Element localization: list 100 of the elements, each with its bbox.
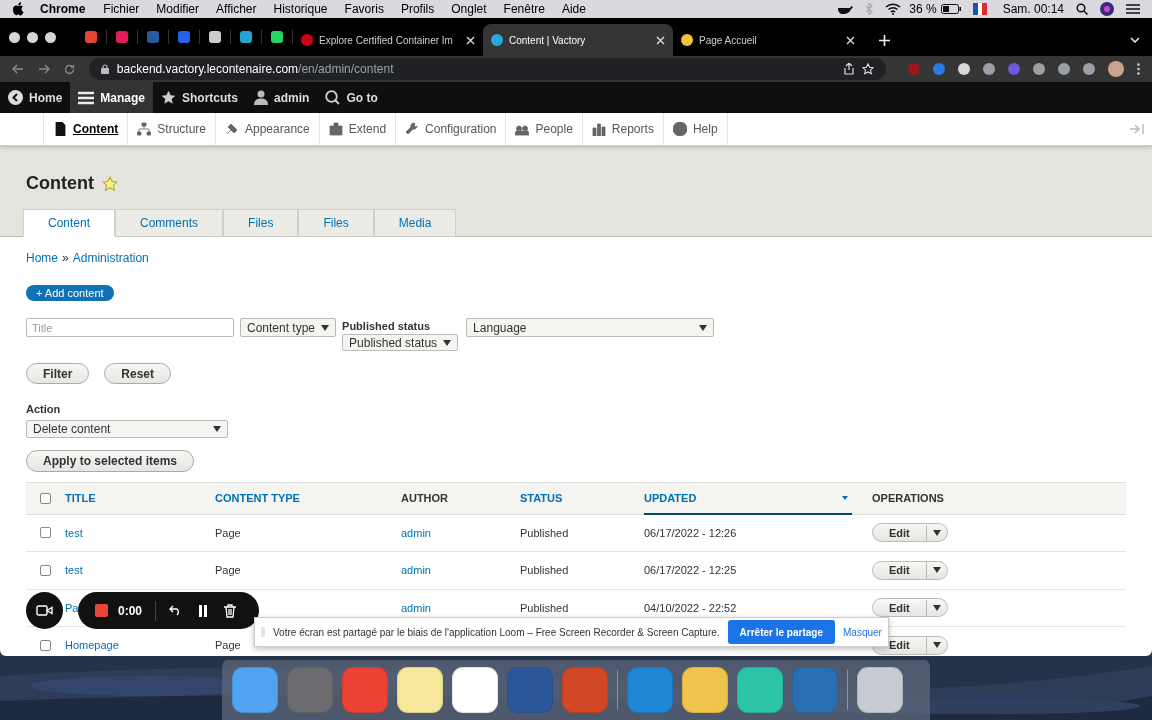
back-icon[interactable] <box>12 64 24 74</box>
dock-app-icon[interactable] <box>737 667 783 713</box>
new-tab-icon[interactable] <box>879 34 890 46</box>
tray-item[interactable]: Content <box>43 113 128 145</box>
close-icon[interactable] <box>846 35 855 45</box>
flag-icon[interactable] <box>972 3 987 15</box>
author-link[interactable]: admin <box>401 601 431 614</box>
tray-item[interactable]: Structure <box>127 113 215 145</box>
checkbox[interactable] <box>40 492 51 504</box>
node-title-link[interactable]: Pa <box>65 601 79 614</box>
edit-dropbutton[interactable]: Edit <box>872 560 948 580</box>
pinned-tab-icon[interactable] <box>271 31 283 43</box>
browser-tab[interactable]: Content | Vactory <box>483 24 673 56</box>
page-tab[interactable]: Files <box>298 209 374 237</box>
apple-icon[interactable] <box>12 2 24 16</box>
tray-item[interactable]: Appearance <box>215 113 319 145</box>
checkbox[interactable] <box>40 639 51 651</box>
extension-icon[interactable] <box>958 63 970 75</box>
wifi-icon[interactable] <box>885 3 902 15</box>
toolbar-item[interactable]: Home <box>0 82 71 113</box>
tray-item[interactable]: Extend <box>318 113 396 145</box>
star-icon[interactable] <box>102 175 118 192</box>
chevron-down-icon[interactable] <box>1130 37 1140 43</box>
close-icon[interactable] <box>466 35 475 45</box>
dock-app-icon[interactable] <box>857 667 903 713</box>
menu-item[interactable]: Modifier <box>156 0 200 18</box>
menu-item[interactable]: Fichier <box>103 0 140 18</box>
menu-item[interactable]: Aide <box>561 0 586 18</box>
search-icon[interactable] <box>1076 3 1088 15</box>
action-select[interactable]: Delete content <box>26 419 228 438</box>
form-button[interactable]: Filter <box>26 363 90 384</box>
menu-item[interactable]: Favoris <box>344 0 384 18</box>
forward-icon[interactable] <box>37 64 50 74</box>
page-tab[interactable]: Media <box>373 209 457 237</box>
node-title-link[interactable]: test <box>65 564 83 576</box>
extension-icon[interactable] <box>983 63 995 75</box>
extension-icon[interactable] <box>1083 63 1095 75</box>
breadcrumb-link[interactable]: Administration <box>72 249 149 267</box>
battery-icon[interactable] <box>940 4 961 14</box>
menu-item[interactable]: Onglet <box>451 0 487 18</box>
kebab-menu-icon[interactable] <box>1137 63 1140 75</box>
node-title-link[interactable]: test <box>65 526 83 539</box>
column-sort-link[interactable]: STATUS <box>520 481 563 515</box>
edit-dropbutton[interactable]: Edit <box>872 598 948 618</box>
dock-app-icon[interactable] <box>397 667 443 713</box>
reload-icon[interactable] <box>63 63 75 75</box>
menu-item[interactable]: Afficher <box>216 0 257 18</box>
tray-item[interactable]: Reports <box>581 113 663 145</box>
dock-app-icon[interactable] <box>682 667 728 713</box>
stop-sharing-button[interactable]: Arrêter le partage <box>727 620 835 644</box>
author-link[interactable]: admin <box>401 526 431 539</box>
tray-item[interactable]: People <box>505 113 582 145</box>
toolbar-item[interactable]: Shortcuts <box>153 82 247 113</box>
list-icon[interactable] <box>1126 4 1140 14</box>
edit-button[interactable]: Edit <box>873 524 927 541</box>
node-title-link[interactable]: Homepage <box>65 639 119 651</box>
add-content-button[interactable]: + Add content <box>26 285 114 301</box>
content-type-select[interactable]: Content type <box>240 318 337 337</box>
tray-item[interactable]: Help <box>662 113 727 145</box>
clock[interactable]: Sam. 00:14 <box>1002 0 1064 18</box>
published-status-select[interactable]: Published status <box>342 334 459 351</box>
siri-icon[interactable] <box>1100 2 1114 16</box>
menu-item[interactable]: Fenêtre <box>503 0 545 18</box>
title-field[interactable]: Title <box>26 318 234 337</box>
toolbar-item[interactable]: admin <box>246 82 318 113</box>
tray-item[interactable]: Configuration <box>395 113 506 145</box>
page-tab[interactable]: Files <box>223 209 299 237</box>
menu-item[interactable]: Profils <box>400 0 435 18</box>
pinned-tab-icon[interactable] <box>240 31 252 43</box>
pause-icon[interactable] <box>198 604 209 617</box>
toolbar-item[interactable]: Manage <box>70 82 154 113</box>
address-field[interactable]: backend.vactory.lecontenaire.com/en/admin/content <box>88 58 886 80</box>
edit-dropbutton[interactable]: Edit <box>872 523 948 543</box>
dock-app-icon[interactable] <box>452 667 498 713</box>
avatar[interactable] <box>1108 61 1124 77</box>
column-sort-link[interactable]: UPDATED <box>644 481 852 515</box>
checkbox[interactable] <box>40 527 51 539</box>
edit-button[interactable]: Edit <box>873 562 927 579</box>
breadcrumb-link[interactable]: Home <box>26 249 58 267</box>
language-select[interactable]: Language <box>466 318 715 337</box>
trash-icon[interactable] <box>224 603 237 618</box>
checkbox[interactable] <box>40 564 51 576</box>
column-sort-link[interactable]: TITLE <box>65 481 96 515</box>
extension-icon[interactable] <box>1058 63 1070 75</box>
menu-item[interactable]: Chrome <box>40 0 86 18</box>
menu-item[interactable]: Historique <box>273 0 328 18</box>
author-link[interactable]: admin <box>401 564 431 576</box>
camera-button[interactable] <box>26 592 63 629</box>
share-icon[interactable] <box>844 63 854 75</box>
pinned-tab-icon[interactable] <box>85 31 97 43</box>
page-tab[interactable]: Comments <box>115 209 224 237</box>
extension-icon[interactable] <box>1033 63 1045 75</box>
pinned-tab-icon[interactable] <box>209 31 221 43</box>
form-button[interactable]: Reset <box>104 363 172 384</box>
close-icon[interactable] <box>656 35 665 45</box>
apply-button[interactable]: Apply to selected items <box>26 449 195 472</box>
page-tab[interactable]: Content <box>23 209 116 237</box>
toolbar-item[interactable]: Go to <box>317 82 386 113</box>
column-sort-link[interactable]: CONTENT TYPE <box>215 481 300 515</box>
edit-button[interactable]: Edit <box>873 599 927 616</box>
